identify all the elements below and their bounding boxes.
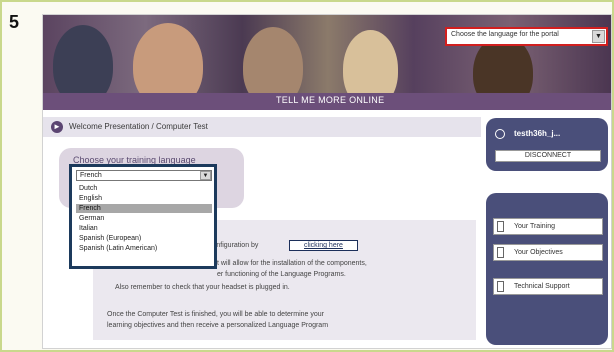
disconnect-button[interactable]: DISCONNECT (495, 150, 601, 162)
language-option-german[interactable]: German (76, 214, 212, 223)
language-option-spanish-latin-american[interactable]: Spanish (Latin American) (76, 244, 212, 253)
info-text: Also remember to check that your headset… (115, 284, 290, 291)
header-banner: TELL ME MORE ONLINE Choose the language … (43, 15, 611, 110)
step-number: 5 (9, 12, 20, 32)
banner-title: TELL ME MORE ONLINE (276, 95, 385, 105)
arrow-right-icon: ► (51, 121, 63, 133)
training-language-select[interactable]: French ▼ (76, 170, 212, 181)
language-option-dutch[interactable]: Dutch (76, 184, 212, 193)
clicking-here-link[interactable]: clicking here (289, 240, 358, 251)
language-option-spanish-european[interactable]: Spanish (European) (76, 234, 212, 243)
document-icon (497, 247, 504, 258)
breadcrumb-text: Welcome Presentation / Computer Test (69, 122, 208, 131)
selected-language: French (80, 172, 102, 179)
language-option-english[interactable]: English (76, 194, 212, 203)
menu-item-your-objectives[interactable]: Your Objectives (493, 244, 603, 261)
side-menu: Your Training Your Objectives Technical … (486, 193, 608, 345)
document-icon (497, 221, 504, 232)
menu-item-label: Your Objectives (514, 249, 563, 256)
step-frame: 5 TELL ME MORE ONLINE Choose the languag… (0, 0, 614, 352)
breadcrumb: ► Welcome Presentation / Computer Test (43, 117, 481, 137)
chevron-down-icon[interactable]: ▼ (200, 171, 211, 180)
portal-language-label: Choose the language for the portal (451, 31, 559, 38)
portal-screenshot: TELL ME MORE ONLINE Choose the language … (42, 14, 612, 349)
training-language-dropdown[interactable]: French ▼ Dutch English French German Ita… (69, 164, 217, 269)
chevron-down-icon[interactable]: ▼ (592, 30, 605, 43)
info-text: learning objectives and then receive a p… (107, 322, 329, 329)
user-panel: testh36h_j... DISCONNECT (486, 118, 608, 171)
menu-item-technical-support[interactable]: Technical Support (493, 278, 603, 295)
info-text: Once the Computer Test is finished, you … (107, 311, 324, 318)
menu-item-label: Technical Support (514, 283, 570, 290)
language-option-french[interactable]: French (76, 204, 212, 213)
menu-item-label: Your Training (514, 223, 555, 230)
info-text: t will allow for the installation of the… (217, 260, 367, 267)
menu-item-your-training[interactable]: Your Training (493, 218, 603, 235)
username: testh36h_j... (514, 129, 561, 138)
language-option-italian[interactable]: Italian (76, 224, 212, 233)
portal-language-select[interactable]: Choose the language for the portal ▼ (445, 27, 608, 46)
user-icon (495, 129, 505, 139)
info-text: er functioning of the Language Programs. (217, 271, 346, 278)
document-icon (497, 281, 504, 292)
